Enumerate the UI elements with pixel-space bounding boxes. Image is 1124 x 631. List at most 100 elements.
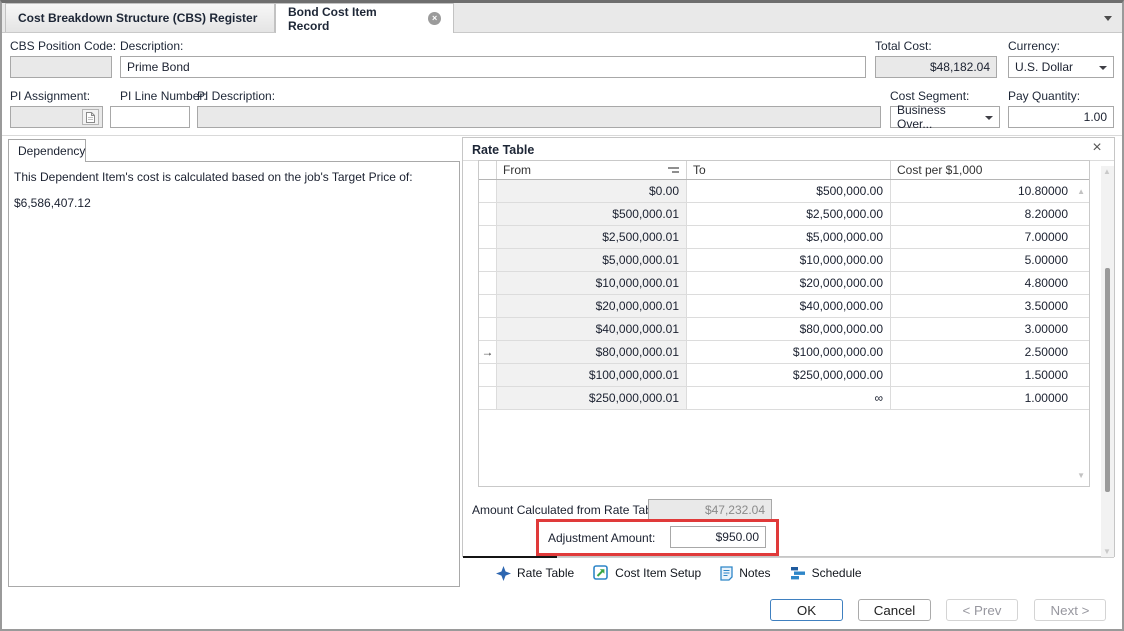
cell-from[interactable]: $0.00 <box>497 180 687 202</box>
rate-table-grid: From To Cost per $1,000 $0.00$500,000.00… <box>478 160 1090 487</box>
cost-item-setup-icon <box>593 565 609 581</box>
cell-cost-per-1000[interactable]: 2.50000 <box>891 341 1075 363</box>
grid-scroll-up-icon[interactable]: ▲ <box>1077 187 1085 196</box>
cbs-position-code-label: CBS Position Code: <box>10 39 116 53</box>
active-tab-indicator <box>463 556 557 558</box>
cell-cost-per-1000[interactable]: 10.80000 <box>891 180 1075 202</box>
cell-cost-per-1000[interactable]: 1.00000 <box>891 387 1075 409</box>
cell-to[interactable]: $2,500,000.00 <box>687 203 891 225</box>
current-row-arrow-icon: → <box>479 341 497 363</box>
cell-from[interactable]: $500,000.01 <box>497 203 687 225</box>
bond-cost-item-record-window: Cost Breakdown Structure (CBS) Register … <box>0 0 1124 631</box>
rate-table-row[interactable]: $10,000,000.01$20,000,000.004.80000 <box>479 272 1089 295</box>
cbs-position-code-field[interactable] <box>10 56 112 78</box>
form-separator <box>2 135 1122 136</box>
bottom-tab-rate-table[interactable]: Rate Table <box>496 566 574 581</box>
pi-description-field[interactable] <box>197 106 881 128</box>
scroll-down-icon[interactable]: ▼ <box>1103 547 1111 556</box>
cell-cost-per-1000[interactable]: 3.00000 <box>891 318 1075 340</box>
pay-quantity-field[interactable]: 1.00 <box>1008 106 1114 128</box>
cell-to[interactable]: $100,000,000.00 <box>687 341 891 363</box>
scrollbar-thumb[interactable] <box>1105 268 1110 492</box>
cost-segment-value: Business Over... <box>897 103 981 131</box>
rate-grid-rows: $0.00$500,000.0010.80000$500,000.01$2,50… <box>479 180 1089 410</box>
rate-table-row[interactable]: $0.00$500,000.0010.80000 <box>479 180 1089 203</box>
bottom-tab-notes[interactable]: Notes <box>720 566 770 581</box>
dependency-message: This Dependent Item's cost is calculated… <box>14 170 450 184</box>
adjustment-amount-label: Adjustment Amount: <box>548 531 655 545</box>
rate-table-row[interactable]: →$80,000,000.01$100,000,000.002.50000 <box>479 341 1089 364</box>
cancel-button[interactable]: Cancel <box>858 599 931 621</box>
bottom-tab-cost-item-setup[interactable]: Cost Item Setup <box>593 565 701 581</box>
bottom-tab-schedule[interactable]: Schedule <box>790 566 862 580</box>
prev-button[interactable]: < Prev <box>946 599 1018 621</box>
cell-to[interactable]: $10,000,000.00 <box>687 249 891 271</box>
column-header-cost[interactable]: Cost per $1,000 <box>891 161 1075 179</box>
tab-dependency[interactable]: Dependency <box>8 139 86 162</box>
cell-from[interactable]: $80,000,000.01 <box>497 341 687 363</box>
column-header-cost-label: Cost per $1,000 <box>897 163 982 177</box>
rate-table-row[interactable]: $40,000,000.01$80,000,000.003.00000 <box>479 318 1089 341</box>
amount-calculated-field: $47,232.04 <box>648 499 772 521</box>
row-gutter <box>479 226 497 248</box>
pi-line-number-field[interactable] <box>110 106 190 128</box>
rate-table-row[interactable]: $2,500,000.01$5,000,000.007.00000 <box>479 226 1089 249</box>
bottom-tab-label: Notes <box>739 566 770 580</box>
grid-scroll-down-icon[interactable]: ▼ <box>1077 471 1085 480</box>
cell-cost-per-1000[interactable]: 1.50000 <box>891 364 1075 386</box>
currency-select[interactable]: U.S. Dollar <box>1008 56 1114 78</box>
cell-cost-per-1000[interactable]: 7.00000 <box>891 226 1075 248</box>
cell-cost-per-1000[interactable]: 4.80000 <box>891 272 1075 294</box>
column-header-from[interactable]: From <box>497 161 687 179</box>
cell-from[interactable]: $20,000,000.01 <box>497 295 687 317</box>
bottom-tab-label: Schedule <box>812 566 862 580</box>
cell-cost-per-1000[interactable]: 8.20000 <box>891 203 1075 225</box>
tab-bond-cost-item-record[interactable]: Bond Cost Item Record × <box>275 3 454 33</box>
cell-from[interactable]: $100,000,000.01 <box>497 364 687 386</box>
schedule-icon <box>790 566 806 580</box>
tab-bond-label: Bond Cost Item Record <box>288 5 418 33</box>
rate-table-row[interactable]: $20,000,000.01$40,000,000.003.50000 <box>479 295 1089 318</box>
close-icon[interactable]: × <box>1088 139 1106 157</box>
rate-table-row[interactable]: $5,000,000.01$10,000,000.005.00000 <box>479 249 1089 272</box>
ok-button[interactable]: OK <box>770 599 843 621</box>
cell-to[interactable]: $250,000,000.00 <box>687 364 891 386</box>
tab-cbs-register[interactable]: Cost Breakdown Structure (CBS) Register <box>5 3 275 32</box>
column-header-to[interactable]: To <box>687 161 891 179</box>
scroll-up-icon[interactable]: ▲ <box>1103 167 1111 176</box>
cell-to[interactable]: $500,000.00 <box>687 180 891 202</box>
tab-close-icon[interactable]: × <box>428 12 441 25</box>
currency-label: Currency: <box>1008 39 1060 53</box>
tab-list-dropdown-icon[interactable] <box>1104 16 1112 21</box>
cell-from[interactable]: $5,000,000.01 <box>497 249 687 271</box>
cell-to[interactable]: $80,000,000.00 <box>687 318 891 340</box>
adjustment-amount-field[interactable]: $950.00 <box>670 526 766 548</box>
cell-cost-per-1000[interactable]: 5.00000 <box>891 249 1075 271</box>
rate-table-row[interactable]: $100,000,000.01$250,000,000.001.50000 <box>479 364 1089 387</box>
cell-from[interactable]: $250,000,000.01 <box>497 387 687 409</box>
row-gutter <box>479 203 497 225</box>
cell-from[interactable]: $2,500,000.01 <box>497 226 687 248</box>
cell-from[interactable]: $40,000,000.01 <box>497 318 687 340</box>
cell-to[interactable]: $20,000,000.00 <box>687 272 891 294</box>
description-label: Description: <box>120 39 183 53</box>
pi-assignment-picker-button[interactable] <box>82 109 99 125</box>
rate-table-row[interactable]: $250,000,000.01∞1.00000 <box>479 387 1089 410</box>
next-button[interactable]: Next > <box>1034 599 1106 621</box>
panel-scrollbar[interactable]: ▲ ▼ <box>1101 166 1114 557</box>
chevron-down-icon <box>1099 66 1107 70</box>
column-header-to-label: To <box>693 163 706 177</box>
cost-segment-select[interactable]: Business Over... <box>890 106 1000 128</box>
currency-value: U.S. Dollar <box>1015 60 1073 74</box>
cell-to[interactable]: $5,000,000.00 <box>687 226 891 248</box>
cell-cost-per-1000[interactable]: 3.50000 <box>891 295 1075 317</box>
pi-assignment-field[interactable] <box>10 106 103 128</box>
cell-to[interactable]: $40,000,000.00 <box>687 295 891 317</box>
cell-from[interactable]: $10,000,000.01 <box>497 272 687 294</box>
header-gutter <box>479 161 497 179</box>
row-gutter <box>479 180 497 202</box>
description-field[interactable]: Prime Bond <box>120 56 866 78</box>
rate-table-row[interactable]: $500,000.01$2,500,000.008.20000 <box>479 203 1089 226</box>
cell-to[interactable]: ∞ <box>687 387 891 409</box>
row-gutter <box>479 364 497 386</box>
